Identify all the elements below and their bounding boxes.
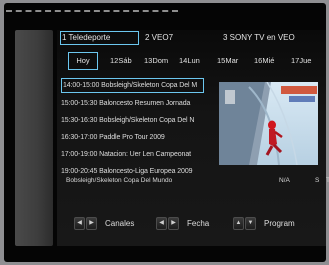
event-item[interactable]: 17:00-19:00 Natacion: Uer Len Campeonat [61, 147, 204, 164]
bobsleigh-track-image [219, 82, 318, 165]
hint-label: Program [264, 218, 295, 228]
program-info-bar: Bobsleigh/Skeleton Copa Del Mundo N/A S … [62, 177, 329, 189]
right-arrow-icon[interactable]: ▶ [86, 216, 97, 230]
rating-label: N/A [279, 177, 290, 184]
day-tab-17[interactable]: 17Jue [291, 52, 311, 70]
channel-item-3[interactable]: 3 SONY TV en VEO [223, 31, 295, 45]
day-tab-today[interactable]: Hoy [68, 52, 98, 70]
day-tab-16[interactable]: 16Mié [254, 52, 274, 70]
dashed-divider [6, 10, 178, 12]
down-arrow-icon[interactable]: ▼ [245, 216, 256, 230]
day-tab-14[interactable]: 14Lun [179, 52, 200, 70]
hint-program: ▲ ▼ Program [233, 214, 295, 232]
right-arrow-icon[interactable]: ▶ [168, 216, 179, 230]
hint-fecha: ◀ ▶ Fecha [156, 214, 209, 232]
live-preview-video [219, 82, 318, 165]
event-item[interactable]: 15:30-16:30 Bobsleigh/Skeleton Copa Del … [61, 113, 204, 130]
left-side-panel [15, 30, 53, 246]
left-arrow-icon[interactable]: ◀ [156, 216, 167, 230]
day-tab-15[interactable]: 15Mar [217, 52, 238, 70]
day-row: Hoy 12Sáb 13Dom 14Lun 15Mar 16Mié 17Jue [64, 52, 329, 70]
hint-canales: ◀ ▶ Canales [74, 214, 134, 232]
hint-label: Fecha [187, 218, 210, 228]
program-title: Bobsleigh/Skeleton Copa Del Mundo [66, 177, 173, 184]
day-tab-13[interactable]: 13Dom [144, 52, 168, 70]
event-item[interactable]: 14:00-15:00 Bobsleigh/Skeleton Copa Del … [61, 78, 204, 93]
event-item[interactable]: 16:30-17:00 Paddle Pro Tour 2009 [61, 130, 204, 147]
day-tab-12[interactable]: 12Sáb [110, 52, 132, 70]
event-list: 14:00-15:00 Bobsleigh/Skeleton Copa Del … [61, 78, 204, 181]
key-hint-bar: ◀ ▶ Canales ◀ ▶ Fecha ▲ ▼ Program [70, 214, 329, 232]
channel-item-2[interactable]: 2 VEO7 [145, 31, 173, 45]
channel-row: 1 Teledeporte 2 VEO7 3 SONY TV en VEO [60, 31, 329, 45]
channel-item-1[interactable]: 1 Teledeporte [60, 31, 139, 45]
event-item[interactable]: 15:00-15:30 Baloncesto Resumen Jornada [61, 96, 204, 113]
hint-label: Canales [105, 218, 135, 228]
left-arrow-icon[interactable]: ◀ [74, 216, 85, 230]
flag-label: S [315, 177, 320, 184]
up-arrow-icon[interactable]: ▲ [233, 216, 244, 230]
